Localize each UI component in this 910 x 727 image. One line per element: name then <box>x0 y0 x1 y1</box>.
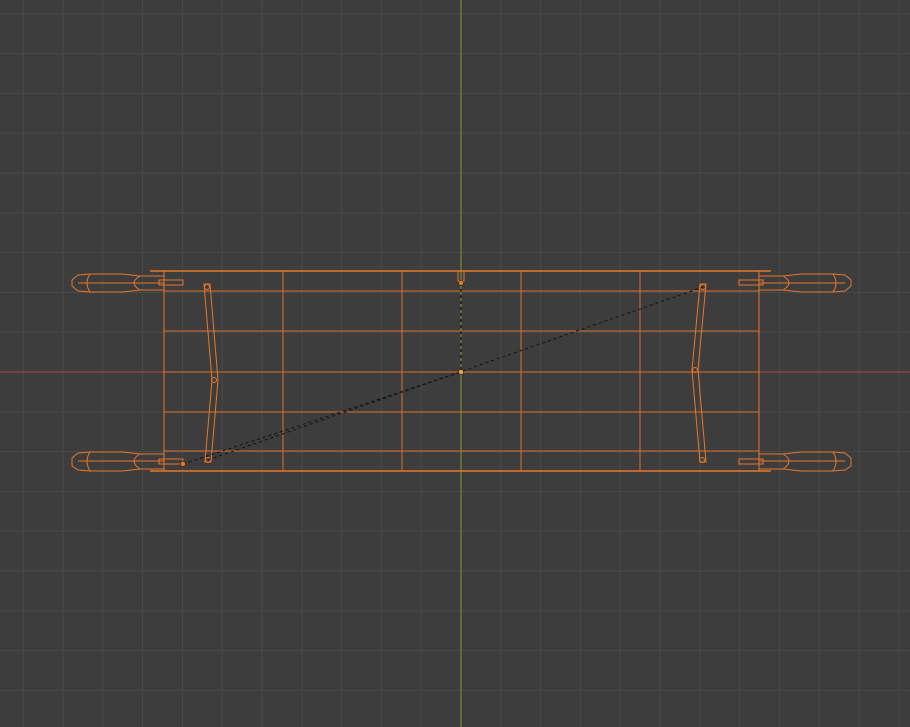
child-origin-point-left[interactable] <box>180 461 186 467</box>
handle-top-right[interactable] <box>758 273 852 293</box>
child-origin-point[interactable] <box>458 280 464 286</box>
floor-grid <box>0 0 910 727</box>
relationship-lines <box>182 283 704 465</box>
strut-left[interactable] <box>203 283 219 463</box>
handle-bottom-right[interactable] <box>758 451 852 472</box>
strut-right[interactable] <box>691 283 707 463</box>
object-origin-point[interactable] <box>458 369 464 375</box>
3d-viewport[interactable] <box>0 0 910 727</box>
handle-top-left[interactable] <box>71 273 165 293</box>
viewport-canvas[interactable] <box>0 0 910 727</box>
handle-bottom-left[interactable] <box>71 451 165 472</box>
